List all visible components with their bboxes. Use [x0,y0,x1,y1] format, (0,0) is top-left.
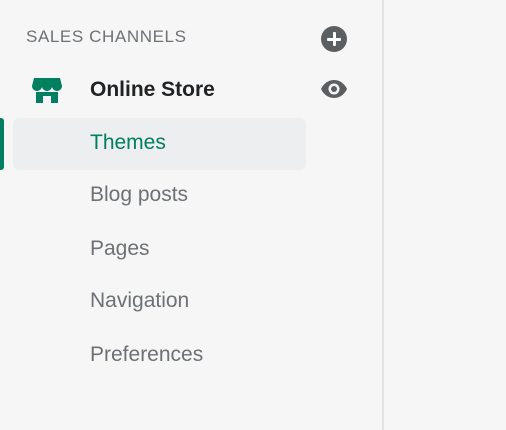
nav-item-label: Preferences [90,343,204,366]
nav-item-label: Navigation [90,289,190,312]
online-store-link[interactable]: Online Store [0,68,382,112]
add-sales-channel-button[interactable] [321,26,347,52]
nav-item-preferences[interactable]: Preferences [13,330,306,382]
active-indicator [0,118,4,170]
sidebar: SALES CHANNELS Online Store Themes Blog … [0,0,382,430]
main-content [384,0,506,430]
nav-item-pages[interactable]: Pages [13,224,306,276]
nav-item-label: Blog posts [90,183,189,206]
eye-icon[interactable] [320,78,348,100]
nav-item-label: Pages [90,237,150,260]
online-store-label: Online Store [90,78,215,101]
store-icon [32,78,62,103]
nav-item-themes[interactable]: Themes [13,118,306,170]
nav-item-label: Themes [90,131,166,154]
nav-item-navigation[interactable]: Navigation [13,276,306,328]
sales-channels-header: SALES CHANNELS [26,27,187,46]
nav-item-blog-posts[interactable]: Blog posts [13,170,306,222]
